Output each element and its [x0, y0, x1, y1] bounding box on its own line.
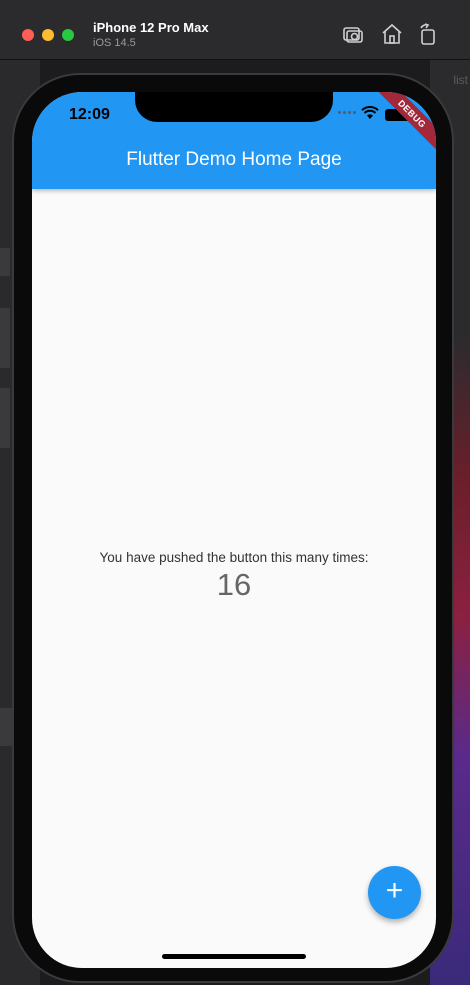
minimize-window-button[interactable] — [42, 29, 54, 41]
home-indicator[interactable] — [162, 954, 306, 959]
increment-button[interactable]: + — [368, 866, 421, 919]
home-icon[interactable] — [380, 22, 404, 46]
camera-icon[interactable] — [341, 22, 365, 46]
wifi-icon — [361, 106, 379, 119]
counter-label: You have pushed the button this many tim… — [99, 550, 369, 565]
app-bar: 12:09 DEBUG Flutter Demo Home Page — [32, 92, 436, 189]
add-icon: + — [385, 874, 404, 907]
counter-value: 16 — [216, 567, 252, 602]
device-name: iPhone 12 Pro Max — [93, 20, 209, 35]
rotate-icon[interactable] — [416, 22, 440, 46]
simulator-titlebar: iPhone 12 Pro Max iOS 14.5 — [0, 0, 470, 60]
background-text: list — [453, 73, 468, 87]
device-screen: 12:09 DEBUG Flutter Demo Home Page You h… — [32, 92, 436, 968]
device-notch — [135, 92, 333, 122]
background-strip — [0, 248, 10, 276]
background-strip — [0, 308, 10, 368]
device-os-version: iOS 14.5 — [93, 37, 136, 49]
debug-banner: DEBUG — [373, 92, 436, 153]
status-time: 12:09 — [69, 106, 110, 123]
simulator-window: list iPhone 12 Pro Max iOS 14.5 12:09 DE… — [0, 0, 470, 985]
app-bar-title: Flutter Demo Home Page — [126, 149, 342, 170]
background-strip — [0, 388, 10, 448]
close-window-button[interactable] — [22, 29, 34, 41]
zoom-window-button[interactable] — [62, 29, 74, 41]
cellular-signal-icon — [338, 111, 356, 114]
